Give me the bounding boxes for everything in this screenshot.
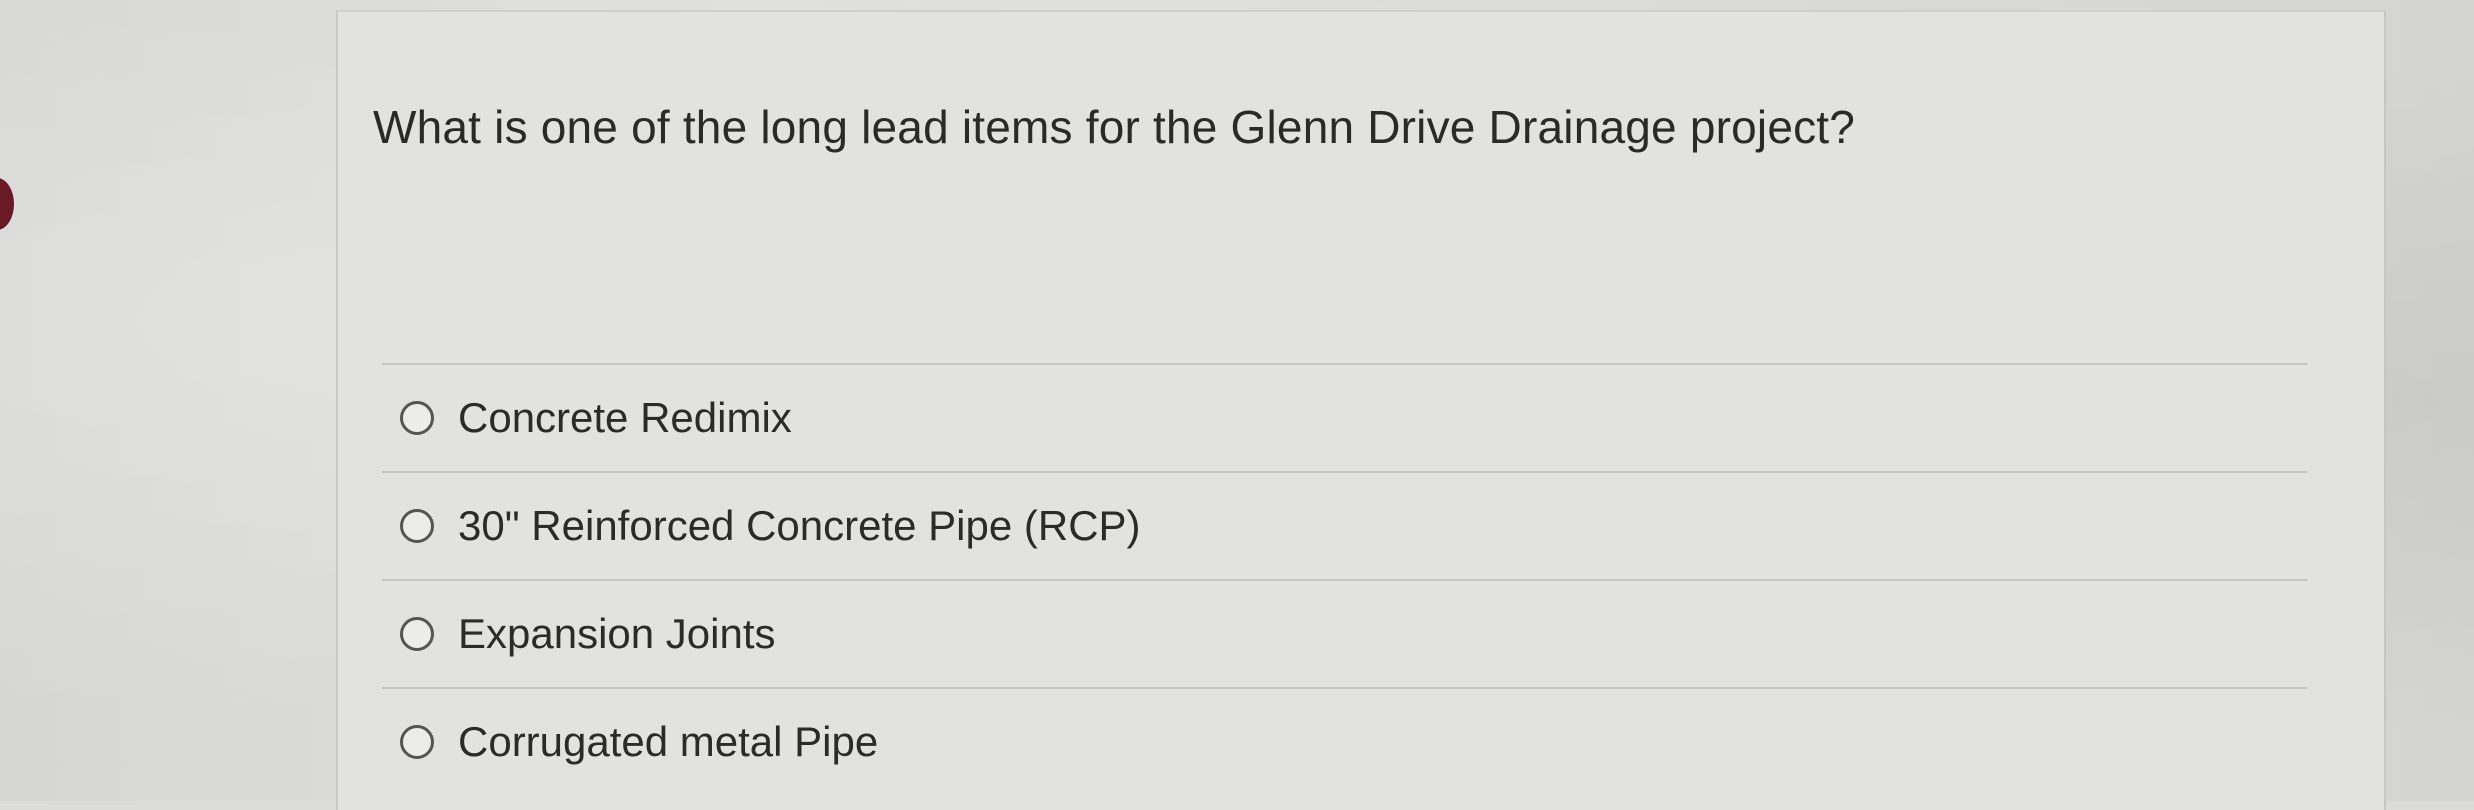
- option-concrete-redimix[interactable]: Concrete Redimix: [382, 365, 2307, 471]
- radio-button[interactable]: [400, 509, 434, 543]
- radio-button[interactable]: [400, 725, 434, 759]
- option-reinforced-concrete-pipe[interactable]: 30" Reinforced Concrete Pipe (RCP): [382, 473, 2307, 579]
- option-expansion-joints[interactable]: Expansion Joints: [382, 581, 2307, 687]
- answer-options: Concrete Redimix 30" Reinforced Concrete…: [382, 363, 2307, 795]
- question-text: What is one of the long lead items for t…: [373, 101, 1856, 153]
- radio-button[interactable]: [400, 401, 434, 435]
- option-label: Expansion Joints: [458, 610, 776, 657]
- radio-button[interactable]: [400, 617, 434, 651]
- option-label: Concrete Redimix: [458, 394, 792, 441]
- option-label: Corrugated metal Pipe: [458, 718, 879, 765]
- option-label: 30" Reinforced Concrete Pipe (RCP): [458, 502, 1141, 549]
- option-corrugated-metal-pipe[interactable]: Corrugated metal Pipe: [382, 689, 2307, 795]
